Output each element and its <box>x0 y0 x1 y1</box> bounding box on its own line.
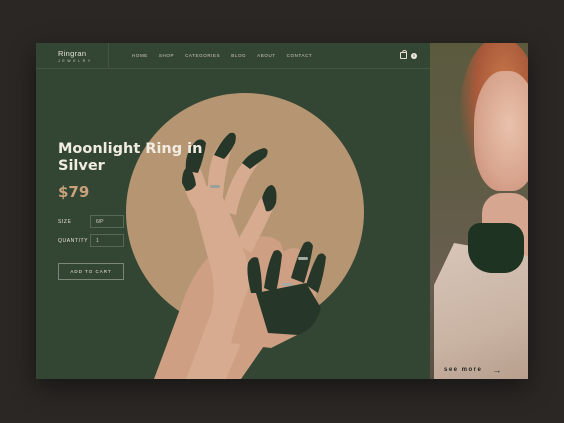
size-label: SIZE <box>58 219 72 225</box>
size-select[interactable]: 6/P <box>90 215 124 228</box>
product-title: Moonlight Ring in Silver <box>58 141 203 174</box>
arrow-right-icon: → <box>492 365 503 375</box>
model-image <box>430 43 528 379</box>
quantity-label: QUANTITY <box>58 238 89 244</box>
product-price: $79 <box>58 183 90 201</box>
hands-image <box>154 132 326 379</box>
see-more-link[interactable]: see more → <box>444 365 503 375</box>
see-more-label: see more <box>444 367 483 373</box>
product-page: Ringran JEWELRY HOME SHOP CATEGORIES BLO… <box>36 43 528 379</box>
quantity-input[interactable]: 1 <box>90 234 124 247</box>
add-to-cart-button[interactable]: ADD TO CART <box>58 263 124 280</box>
